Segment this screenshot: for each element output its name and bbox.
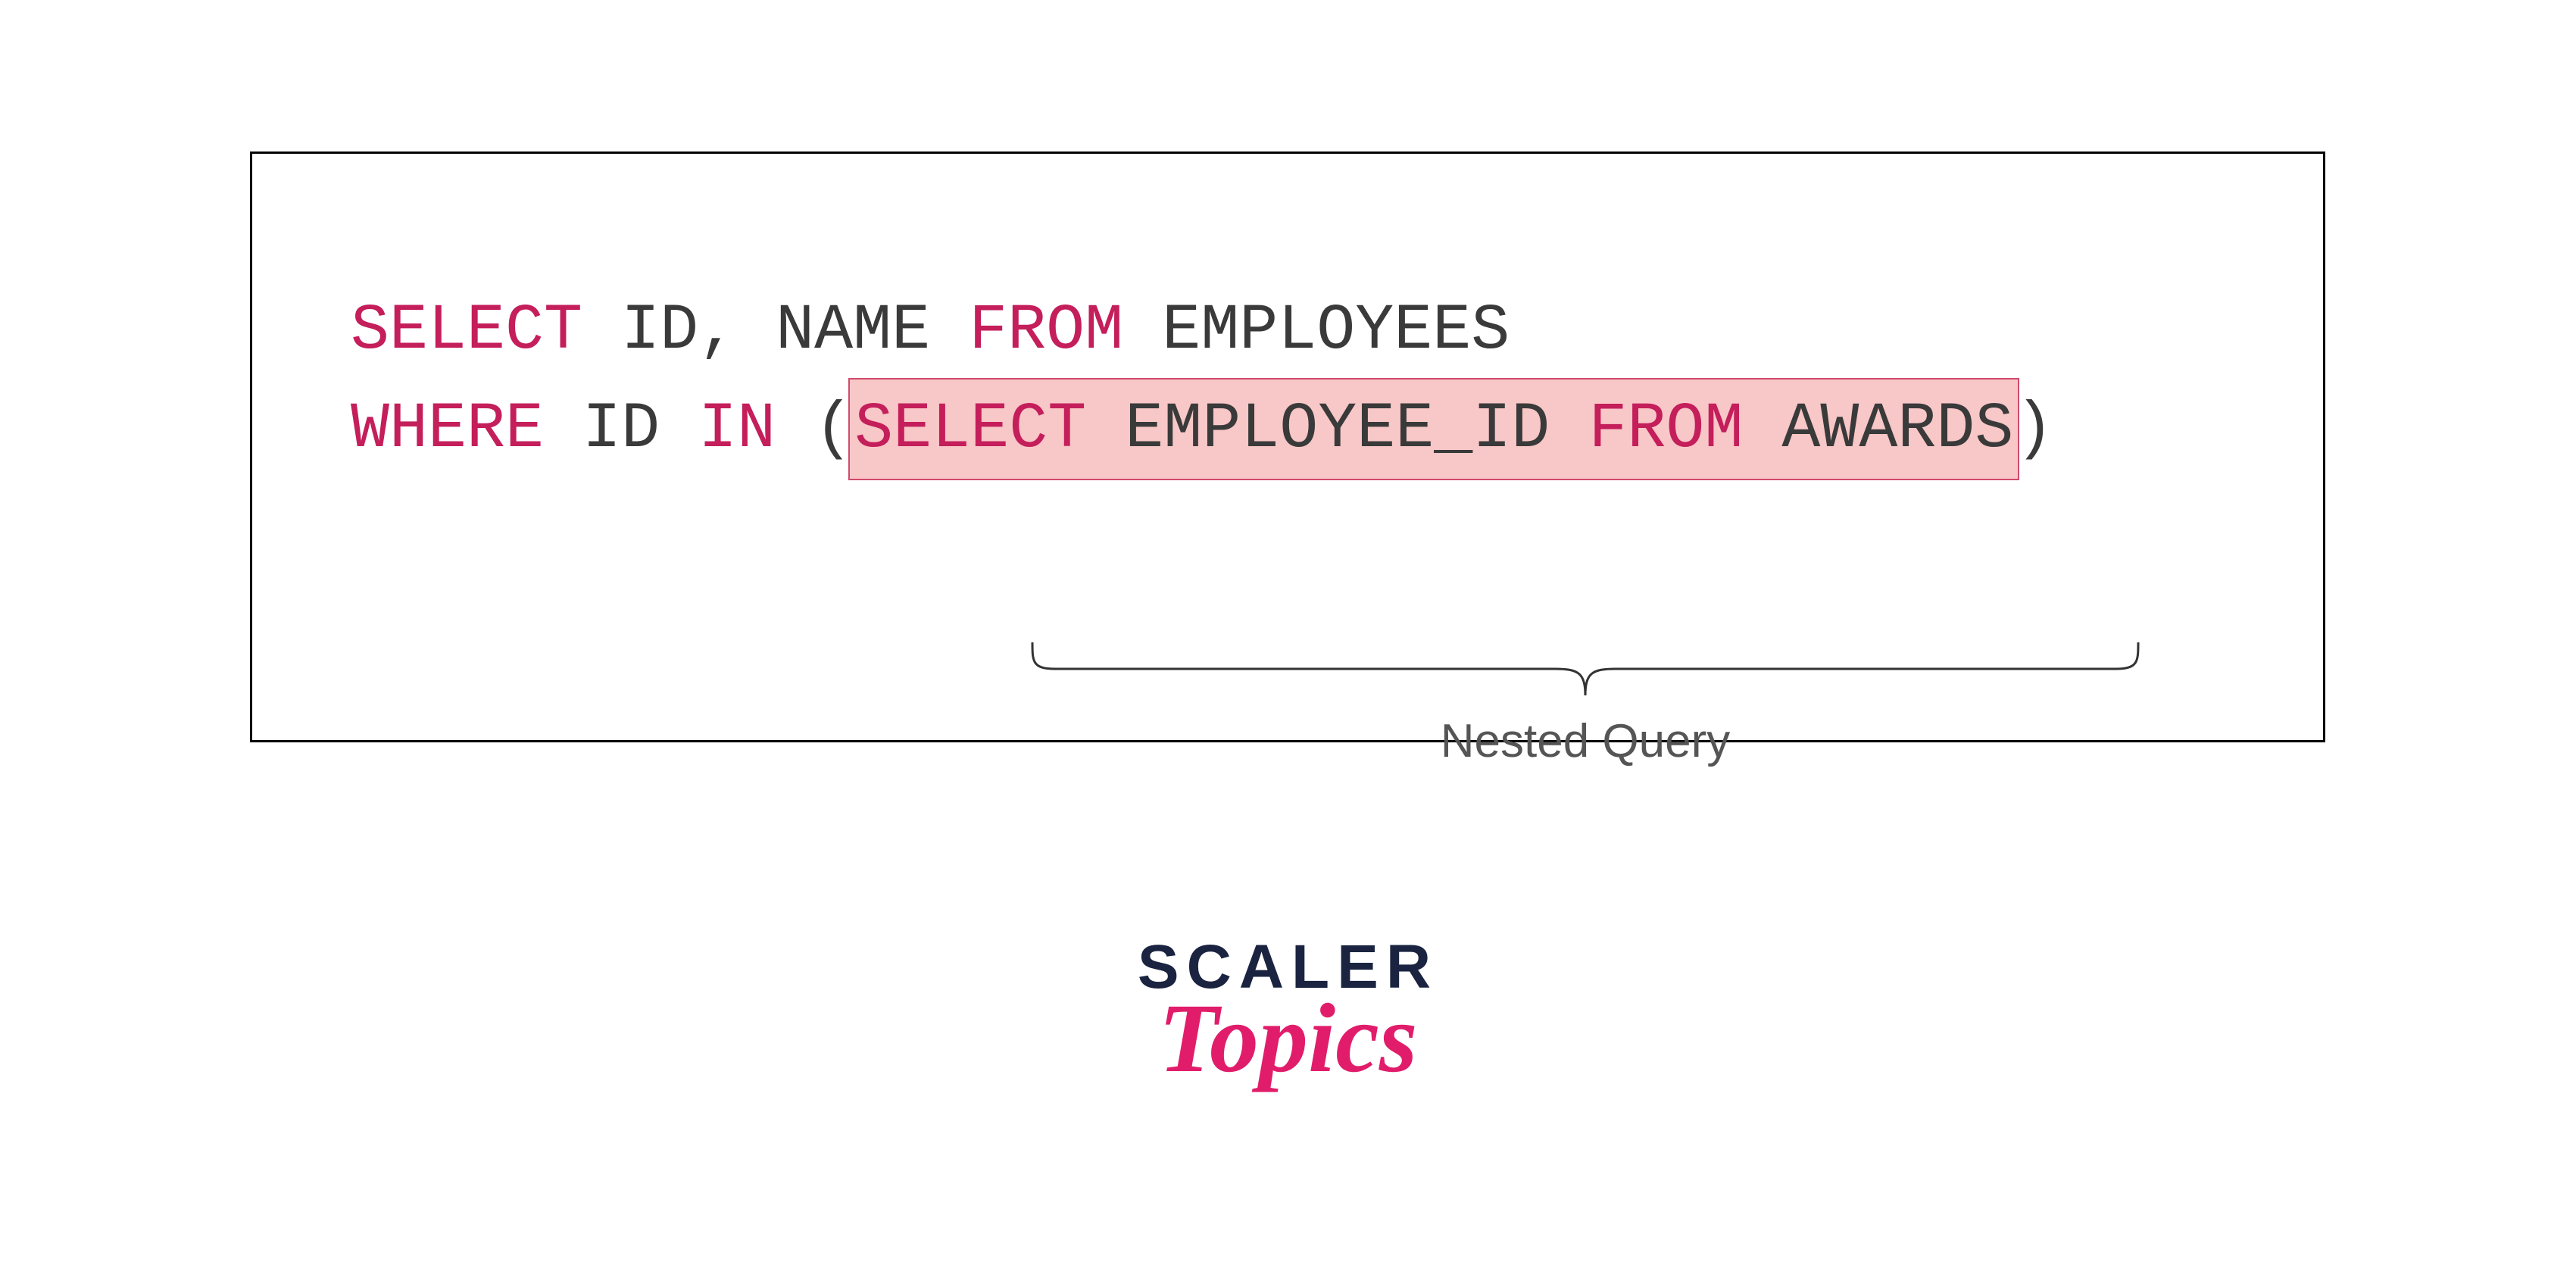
keyword-where: WHERE [351,392,544,466]
nested-keyword-from: FROM [1588,392,1743,466]
scaler-topics-logo: SCALER Topics [1138,932,1438,1095]
nested-query-highlight: SELECT EMPLOYEE_ID FROM AWARDS [848,378,2019,481]
code-line-2: WHERE ID IN (SELECT EMPLOYEE_ID FROM AWA… [351,380,2225,480]
nested-table: AWARDS [1743,392,2013,466]
annotation-label: Nested Query [1025,714,2146,768]
keyword-in: IN [698,392,776,466]
keyword-select: SELECT [351,294,582,367]
where-column: ID [544,392,698,466]
nested-column: EMPLOYEE_ID [1086,392,1588,466]
code-line-1: SELECT ID, NAME FROM EMPLOYEES [351,283,2225,380]
right-paren: ) [2015,392,2053,466]
left-paren: ( [776,392,853,466]
logo-topics-text: Topics [1138,982,1438,1095]
keyword-from: FROM [969,294,1123,367]
nested-keyword-select: SELECT [854,392,1086,466]
code-container: SELECT ID, NAME FROM EMPLOYEES WHERE ID … [250,152,2325,742]
columns: ID, NAME [582,294,969,367]
curly-brace-icon [1025,639,2146,707]
table-name: EMPLOYEES [1123,294,1510,367]
